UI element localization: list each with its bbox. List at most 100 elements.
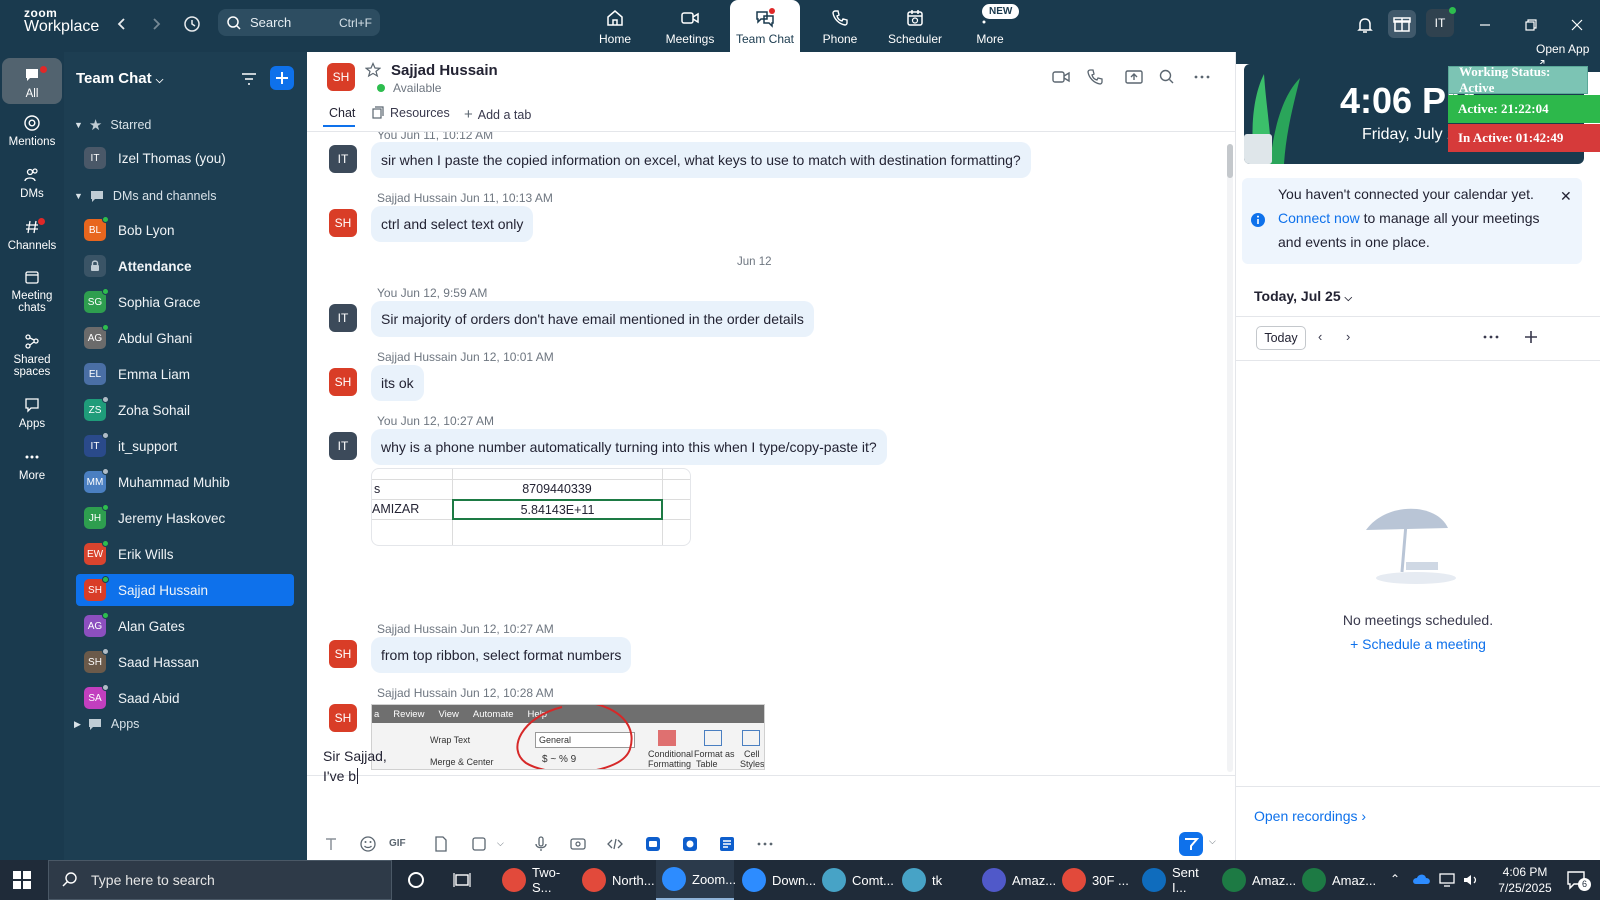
notification-center-icon[interactable]: 6 bbox=[1566, 870, 1591, 891]
rail-item-apps[interactable]: Apps bbox=[2, 396, 62, 430]
apps-group-header[interactable]: ▶ Apps bbox=[74, 716, 139, 732]
task-view-icon[interactable] bbox=[452, 870, 472, 890]
video-message-icon[interactable] bbox=[568, 834, 588, 854]
tab-meetings[interactable]: Meetings bbox=[655, 0, 725, 52]
more-options-icon[interactable] bbox=[1193, 68, 1211, 86]
message-bubble[interactable]: sir when I paste the copied information … bbox=[371, 142, 1031, 178]
more-tools-icon[interactable] bbox=[755, 834, 775, 854]
message-bubble[interactable]: why is a phone number automatically turn… bbox=[371, 429, 887, 465]
today-header[interactable]: Today, Jul 25 ⌵ bbox=[1254, 288, 1352, 304]
sidebar-item[interactable]: SH Saad Hassan bbox=[76, 646, 294, 678]
send-options-chevron-icon[interactable]: ⌵ bbox=[1209, 836, 1216, 847]
add-tab-button[interactable]: + Add a tab bbox=[464, 106, 531, 123]
message-avatar[interactable]: IT bbox=[329, 432, 357, 460]
rail-item-dms[interactable]: DMs bbox=[2, 166, 62, 200]
message-bubble[interactable]: ctrl and select text only bbox=[371, 206, 534, 242]
filter-icon[interactable] bbox=[240, 70, 258, 88]
taskbar-app[interactable]: Two-S... bbox=[496, 860, 574, 900]
schedule-meeting-link[interactable]: + Schedule a meeting bbox=[1236, 636, 1600, 652]
taskbar-clock[interactable]: 4:06 PM 7/25/2025 bbox=[1488, 864, 1562, 896]
message-bubble[interactable]: from top ribbon, select format numbers bbox=[371, 637, 632, 673]
dms-group-header[interactable]: ▼ DMs and channels bbox=[74, 188, 216, 204]
taskbar-app[interactable]: North... bbox=[576, 860, 655, 900]
sidebar-item[interactable]: MM Muhammad Muhib bbox=[76, 466, 294, 498]
new-chat-button[interactable] bbox=[270, 66, 294, 90]
app-icon-1[interactable] bbox=[643, 834, 663, 854]
tab-resources[interactable]: Resources bbox=[371, 106, 450, 120]
sidebar-item[interactable]: SH Sajjad Hussain bbox=[76, 574, 294, 606]
sidebar-item[interactable]: ZS Zoha Sohail bbox=[76, 394, 294, 426]
message-scrollbar[interactable] bbox=[1227, 144, 1233, 772]
onedrive-icon[interactable] bbox=[1412, 872, 1432, 886]
search-box[interactable]: Search Ctrl+F bbox=[218, 9, 380, 36]
rail-item-more[interactable]: More bbox=[2, 448, 62, 482]
windows-start-icon[interactable] bbox=[12, 870, 32, 890]
tab-scheduler[interactable]: Scheduler bbox=[880, 0, 950, 52]
history-icon[interactable] bbox=[182, 14, 202, 34]
video-call-icon[interactable] bbox=[1051, 68, 1071, 86]
message-avatar[interactable]: SH bbox=[329, 368, 357, 396]
open-recordings-link[interactable]: Open recordings › bbox=[1254, 808, 1366, 824]
calendar-more-icon[interactable] bbox=[1482, 328, 1500, 346]
taskbar-app[interactable]: Down... bbox=[736, 860, 816, 900]
tab-chat[interactable]: Chat bbox=[329, 106, 355, 120]
rail-item-all[interactable]: All bbox=[2, 58, 62, 104]
sidebar-title[interactable]: Team Chat ⌵ bbox=[76, 70, 163, 87]
volume-icon[interactable] bbox=[1462, 872, 1480, 888]
add-event-icon[interactable] bbox=[1522, 328, 1540, 346]
taskbar-app[interactable]: Amaz... bbox=[976, 860, 1056, 900]
message-bubble[interactable]: its ok bbox=[371, 365, 424, 401]
cortana-icon[interactable] bbox=[406, 870, 426, 890]
rail-item-shared-spaces[interactable]: Shared spaces bbox=[2, 332, 62, 378]
message-input[interactable]: Sir Sajjad, I've b bbox=[323, 746, 387, 786]
taskbar-app[interactable]: 30F ... bbox=[1056, 860, 1134, 900]
contact-name-header[interactable]: Sajjad Hussain bbox=[391, 62, 498, 79]
gif-icon[interactable]: GIF bbox=[389, 834, 409, 854]
scrollbar-thumb[interactable] bbox=[1227, 144, 1233, 178]
share-screen-icon[interactable] bbox=[1124, 68, 1144, 86]
starred-group-header[interactable]: ▼ ★ Starred bbox=[74, 116, 151, 134]
taskbar-app[interactable]: Amaz... bbox=[1216, 860, 1296, 900]
sidebar-item[interactable]: Attendance bbox=[76, 250, 294, 282]
taskbar-app[interactable]: Comt... bbox=[816, 860, 894, 900]
search-chat-icon[interactable] bbox=[1158, 68, 1176, 86]
send-button[interactable] bbox=[1179, 832, 1203, 856]
taskbar-search[interactable]: Type here to search bbox=[48, 860, 392, 900]
excel-screenshot-attachment[interactable]: s 8709440339 AMIZAR 5.84143E+11 bbox=[371, 468, 691, 546]
sidebar-item[interactable]: SG Sophia Grace bbox=[76, 286, 294, 318]
today-button[interactable]: Today bbox=[1256, 326, 1306, 350]
close-notice-icon[interactable]: ✕ bbox=[1560, 184, 1572, 208]
message-avatar[interactable]: SH bbox=[329, 640, 357, 668]
next-day-icon[interactable]: › bbox=[1346, 329, 1350, 344]
tray-chevron-icon[interactable]: ⌃ bbox=[1390, 872, 1400, 886]
sidebar-item-self[interactable]: IT Izel Thomas (you) bbox=[76, 142, 294, 174]
microphone-icon[interactable] bbox=[531, 834, 551, 854]
prev-day-icon[interactable]: ‹ bbox=[1318, 329, 1322, 344]
gift-icon[interactable] bbox=[1388, 10, 1416, 38]
sidebar-item[interactable]: EW Erik Wills bbox=[76, 538, 294, 570]
connect-now-link[interactable]: Connect now bbox=[1278, 210, 1360, 226]
sidebar-item[interactable]: EL Emma Liam bbox=[76, 358, 294, 390]
taskbar-app[interactable]: tk bbox=[896, 860, 974, 900]
screenshot-icon[interactable] bbox=[469, 834, 489, 854]
tab-phone[interactable]: Phone bbox=[805, 0, 875, 52]
star-outline-icon[interactable] bbox=[365, 62, 381, 78]
message-bubble[interactable]: Sir majority of orders don't have email … bbox=[371, 301, 814, 337]
taskbar-app[interactable]: Amaz... bbox=[1296, 860, 1376, 900]
taskbar-app[interactable]: Zoom... bbox=[656, 860, 736, 900]
network-icon[interactable] bbox=[1438, 872, 1456, 888]
screenshot-dropdown-icon[interactable]: ⌵ bbox=[497, 834, 517, 854]
app-icon-3[interactable] bbox=[717, 834, 737, 854]
emoji-icon[interactable] bbox=[358, 834, 378, 854]
sidebar-item[interactable]: JH Jeremy Haskovec bbox=[76, 502, 294, 534]
forward-arrow-icon[interactable] bbox=[146, 14, 166, 34]
sidebar-item[interactable]: AG Abdul Ghani bbox=[76, 322, 294, 354]
message-avatar[interactable]: SH bbox=[329, 704, 357, 732]
back-arrow-icon[interactable] bbox=[112, 14, 132, 34]
code-snippet-icon[interactable] bbox=[605, 834, 625, 854]
text-format-icon[interactable] bbox=[321, 834, 341, 854]
rail-item-mentions[interactable]: Mentions bbox=[2, 114, 62, 148]
message-avatar[interactable]: IT bbox=[329, 145, 357, 173]
ribbon-screenshot-attachment[interactable]: a Review View Automate Help Wrap Text Me… bbox=[371, 704, 765, 770]
tab-home[interactable]: Home bbox=[580, 0, 650, 52]
